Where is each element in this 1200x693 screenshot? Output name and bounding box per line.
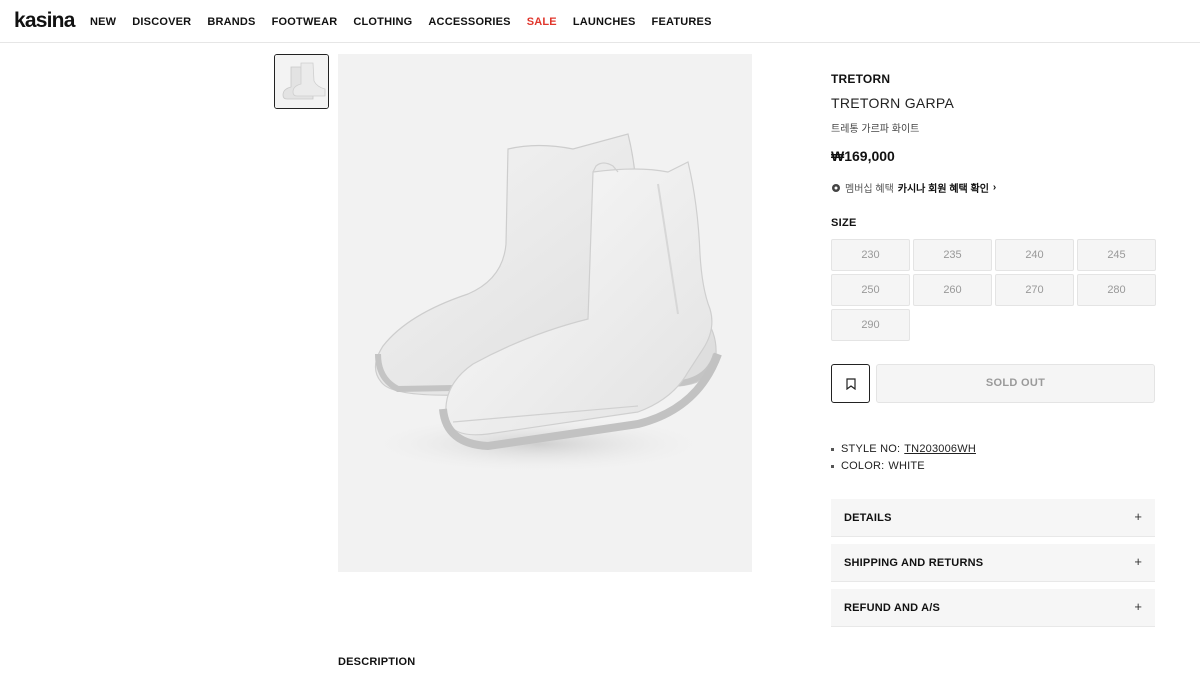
style-number-value[interactable]: TN203006WH (904, 443, 976, 455)
nav-clothing[interactable]: CLOTHING (353, 16, 412, 28)
site-header: kasina NEW DISCOVER BRANDS FOOTWEAR CLOT… (0, 0, 1200, 43)
product-thumbnail[interactable] (274, 54, 329, 109)
nav-accessories[interactable]: ACCESSORIES (428, 16, 510, 28)
product-brand[interactable]: TRETORN (831, 72, 890, 86)
color-value: WHITE (888, 460, 925, 472)
size-option-235[interactable]: 235 (913, 239, 992, 271)
bullet-icon (831, 447, 834, 451)
bullet-icon (831, 464, 834, 468)
nav-discover[interactable]: DISCOVER (132, 16, 191, 28)
accordion-shipping-label: SHIPPING AND RETURNS (844, 557, 984, 569)
accordion-details-label: DETAILS (844, 512, 892, 524)
accordion-refund-label: REFUND AND A/S (844, 602, 941, 614)
gear-icon (832, 183, 840, 192)
plus-icon: + (1134, 509, 1142, 524)
style-number-label: STYLE NO: (841, 443, 901, 455)
color-row: COLOR: WHITE (831, 460, 925, 472)
product-main-image[interactable] (338, 54, 752, 572)
nav-footwear[interactable]: FOOTWEAR (272, 16, 338, 28)
size-option-280[interactable]: 280 (1077, 274, 1156, 306)
size-option-245[interactable]: 245 (1077, 239, 1156, 271)
sold-out-button[interactable]: SOLD OUT (876, 364, 1155, 403)
size-option-260[interactable]: 260 (913, 274, 992, 306)
membership-link-text: 카시나 회원 혜택 확인 (897, 184, 989, 195)
description-heading[interactable]: DESCRIPTION (338, 656, 415, 668)
site-logo[interactable]: kasina (14, 9, 75, 33)
size-option-250[interactable]: 250 (831, 274, 910, 306)
bookmark-icon (846, 378, 856, 390)
nav-new[interactable]: NEW (90, 16, 116, 28)
accordion-details[interactable]: DETAILS + (831, 499, 1155, 537)
size-option-240[interactable]: 240 (995, 239, 1074, 271)
main-nav: NEW DISCOVER BRANDS FOOTWEAR CLOTHING AC… (90, 16, 728, 28)
product-price: ₩169,000 (831, 148, 895, 164)
nav-features[interactable]: FEATURES (652, 16, 712, 28)
size-option-230[interactable]: 230 (831, 239, 910, 271)
size-option-290[interactable]: 290 (831, 309, 910, 341)
accordion-shipping-returns[interactable]: SHIPPING AND RETURNS + (831, 544, 1155, 582)
plus-icon: + (1134, 554, 1142, 569)
boots-image (363, 133, 722, 474)
chevron-right-icon: › (992, 182, 997, 193)
boot-thumbnail-image (275, 55, 328, 108)
membership-prefix: 멤버십 혜택 (845, 184, 894, 195)
color-label: COLOR: (841, 460, 885, 472)
plus-icon: + (1134, 599, 1142, 614)
product-name-korean: 트레통 가르파 화이트 (831, 124, 920, 135)
nav-brands[interactable]: BRANDS (207, 16, 255, 28)
nav-launches[interactable]: LAUNCHES (573, 16, 636, 28)
size-label: SIZE (831, 217, 857, 229)
style-number-row: STYLE NO: TN203006WH (831, 443, 976, 455)
accordion-refund-as[interactable]: REFUND AND A/S + (831, 589, 1155, 627)
product-name: TRETORN GARPA (831, 95, 955, 111)
size-option-270[interactable]: 270 (995, 274, 1074, 306)
membership-benefit-link[interactable]: 멤버십 혜택 카시나 회원 혜택 확인 › (831, 180, 996, 195)
nav-sale[interactable]: SALE (527, 16, 557, 28)
wishlist-button[interactable] (831, 364, 870, 403)
